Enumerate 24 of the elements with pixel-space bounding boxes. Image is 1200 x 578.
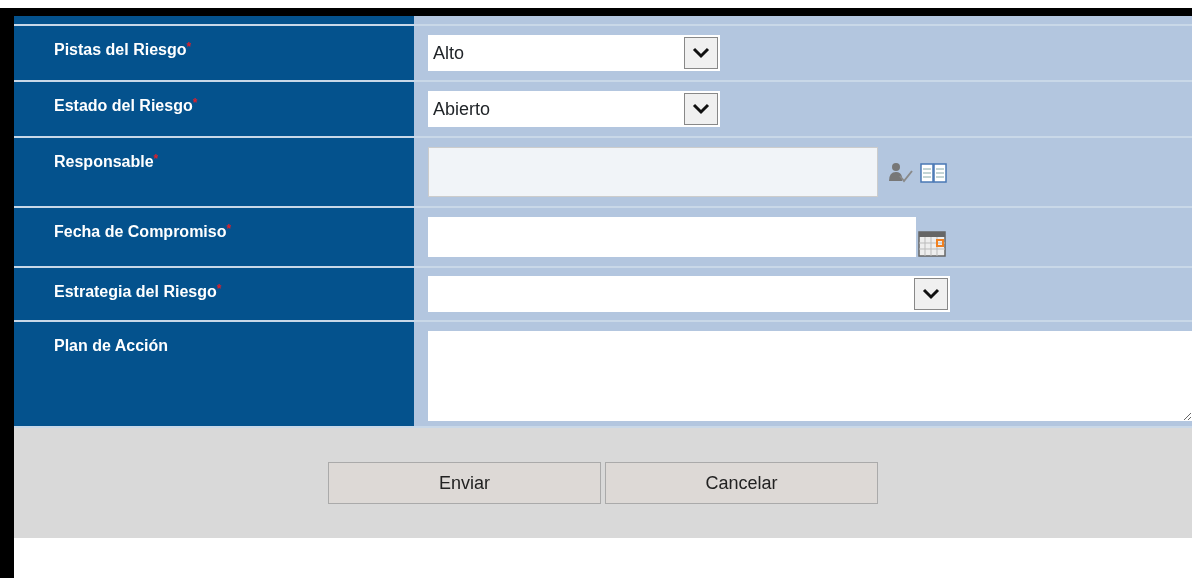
user-check-icon[interactable] [888, 160, 914, 184]
dropdown-field[interactable]: Alto [428, 35, 720, 71]
field-label: Fecha de Compromiso [54, 223, 227, 240]
required-mark: * [192, 96, 198, 110]
caret-icon [684, 37, 718, 69]
required-mark: * [153, 152, 159, 166]
dropdown-field[interactable] [428, 276, 950, 312]
required-mark: * [226, 222, 232, 236]
dropdown-field[interactable]: Abierto [428, 91, 720, 127]
caret-icon [914, 278, 948, 310]
field-label: Estado del Riesgo [54, 97, 193, 114]
form-button[interactable]: Cancelar [605, 462, 878, 504]
form-button[interactable]: Enviar [328, 462, 601, 504]
required-mark: * [186, 40, 192, 54]
field-label: Plan de Acción [54, 337, 169, 354]
book-icon[interactable] [920, 160, 948, 184]
field-label: Responsable [54, 153, 154, 170]
field-label: Pistas del Riesgo [54, 41, 187, 58]
calendar-icon[interactable] [918, 231, 946, 257]
required-mark: * [216, 282, 222, 296]
field-label: Estrategia del Riesgo [54, 283, 217, 300]
text-area[interactable] [428, 331, 1192, 421]
caret-icon [684, 93, 718, 125]
date-field[interactable] [428, 217, 916, 257]
